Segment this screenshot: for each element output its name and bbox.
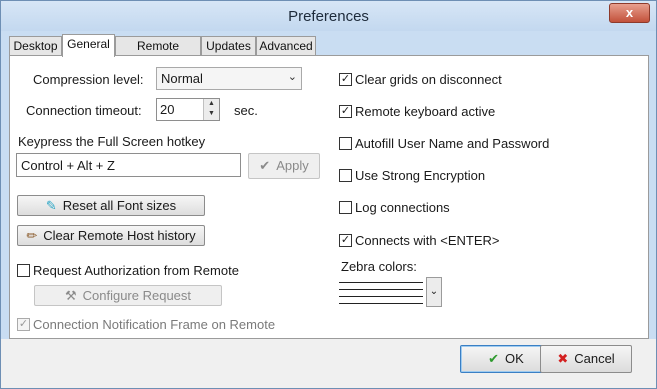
configure-icon: ⚒: [64, 288, 77, 303]
option-checkbox-connects-enter[interactable]: ✓: [339, 234, 352, 247]
font-reset-icon: ✎: [45, 198, 57, 213]
timeout-value: 20: [160, 102, 175, 117]
apply-button[interactable]: ✔ Apply: [248, 153, 320, 179]
ok-label: OK: [505, 351, 524, 366]
hotkey-input[interactable]: Control + Alt + Z: [16, 153, 241, 177]
tab-updates[interactable]: Updates: [201, 36, 256, 56]
option-label-autofill: Autofill User Name and Password: [355, 136, 550, 151]
option-label-remote-keyboard: Remote keyboard active: [355, 104, 496, 119]
title-bar[interactable]: Preferences x: [1, 1, 656, 31]
option-label-clear-grids: Clear grids on disconnect: [355, 72, 502, 87]
option-checkbox-clear-grids[interactable]: ✓: [339, 73, 352, 86]
hotkey-value: Control + Alt + Z: [21, 158, 115, 173]
notification-frame-checkbox[interactable]: ✓: [17, 318, 30, 331]
zebra-dropdown-button[interactable]: ⌄: [426, 277, 442, 307]
window-title: Preferences: [288, 8, 369, 25]
compression-label: Compression level:: [33, 72, 144, 87]
apply-label: Apply: [276, 158, 309, 173]
spin-up-icon[interactable]: ▲: [204, 99, 219, 109]
timeout-spinner[interactable]: 20 ▲ ▼: [156, 98, 220, 121]
reset-fonts-button[interactable]: ✎ Reset all Font sizes: [17, 195, 205, 216]
zebra-label: Zebra colors:: [341, 259, 417, 274]
notification-frame-label: Connection Notification Frame on Remote: [33, 317, 276, 332]
eraser-icon: ✏: [26, 228, 38, 243]
option-checkbox-log-connections[interactable]: [339, 201, 352, 214]
chevron-down-icon: ⌄: [287, 71, 297, 83]
check-icon: ✔: [488, 351, 500, 366]
compression-value: Normal: [161, 71, 203, 86]
option-checkbox-remote-keyboard[interactable]: ✓: [339, 105, 352, 118]
clear-history-label: Clear Remote Host history: [43, 228, 196, 243]
cancel-x-icon: ✖: [557, 351, 569, 366]
chevron-down-icon: ⌄: [429, 286, 439, 297]
request-auth-label: Request Authorization from Remote: [33, 263, 239, 278]
tab-remote-service[interactable]: Remote Service: [115, 36, 201, 71]
ok-button[interactable]: ✔ OK: [460, 345, 552, 373]
hotkey-label: Keypress the Full Screen hotkey: [18, 134, 206, 149]
compression-select[interactable]: Normal ⌄: [156, 67, 302, 90]
cancel-label: Cancel: [574, 351, 615, 366]
option-label-strong-encryption: Use Strong Encryption: [355, 168, 486, 183]
tab-general[interactable]: General: [62, 34, 115, 57]
timeout-unit: sec.: [234, 103, 258, 118]
tab-desktop[interactable]: Desktop: [9, 36, 62, 56]
tab-advanced[interactable]: Advanced: [256, 36, 316, 56]
spin-down-icon[interactable]: ▼: [204, 109, 219, 119]
reset-fonts-label: Reset all Font sizes: [62, 198, 177, 213]
clear-history-button[interactable]: ✏ Clear Remote Host history: [17, 225, 205, 246]
option-checkbox-autofill[interactable]: [339, 137, 352, 150]
preferences-window: Preferences x Desktop General Remote Ser…: [0, 0, 657, 389]
zebra-color-swatch[interactable]: [339, 276, 423, 308]
option-label-connects-enter: Connects with <ENTER>: [355, 233, 500, 248]
spinner-buttons: ▲ ▼: [203, 99, 219, 120]
option-label-log-connections: Log connections: [355, 200, 450, 215]
close-icon: x: [625, 5, 634, 20]
timeout-label: Connection timeout:: [26, 103, 142, 118]
close-button[interactable]: x: [609, 3, 650, 23]
request-auth-checkbox[interactable]: [17, 264, 30, 277]
configure-request-button[interactable]: ⚒ Configure Request: [34, 285, 222, 306]
configure-request-label: Configure Request: [82, 288, 192, 303]
option-checkbox-strong-encryption[interactable]: [339, 169, 352, 182]
checkmark-icon: ✔: [259, 158, 271, 173]
cancel-button[interactable]: ✖ Cancel: [540, 345, 632, 373]
